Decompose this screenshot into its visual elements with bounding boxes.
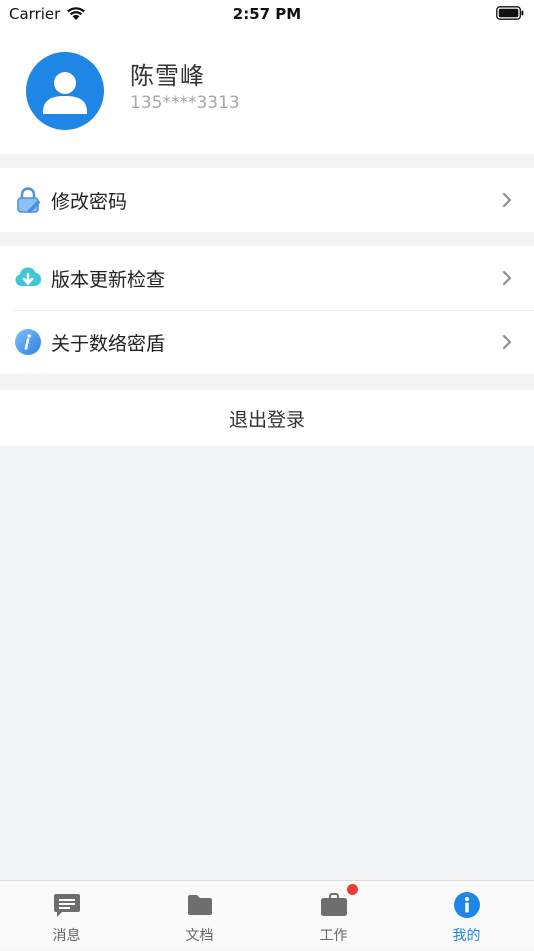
cloud-download-icon [15, 267, 42, 286]
change-password-label: 修改密码 [51, 191, 128, 213]
chevron-right-icon [502, 192, 512, 208]
message-icon [53, 894, 80, 917]
lock-icon [17, 187, 41, 213]
tab-documents-label: 文档 [185, 928, 214, 944]
logout-button[interactable]: 退出登录 [0, 390, 534, 446]
user-icon [43, 72, 87, 114]
chevron-right-icon [502, 334, 512, 350]
about-label: 关于数络密盾 [51, 333, 166, 355]
logout-label: 退出登录 [228, 408, 305, 431]
menu-group-security: 修改密码 [0, 168, 534, 232]
tab-messages-label: 消息 [52, 928, 81, 944]
briefcase-icon [320, 893, 347, 916]
avatar[interactable] [26, 52, 104, 130]
info-icon [15, 329, 41, 355]
tab-mine-label: 我的 [452, 928, 481, 944]
user-name: 陈雪峰 [130, 62, 205, 90]
profile-header[interactable]: 陈雪峰 135****3313 [0, 28, 534, 154]
tab-work[interactable]: 工作 [267, 881, 400, 951]
status-time: 2:57 PM [232, 5, 302, 23]
battery-icon [496, 6, 524, 20]
status-bar: Carrier 2:57 PM [0, 0, 534, 28]
tab-messages[interactable]: 消息 [0, 881, 133, 951]
user-phone: 135****3313 [130, 93, 240, 113]
tab-work-label: 工作 [319, 928, 348, 944]
check-update-row[interactable]: 版本更新检查 [0, 246, 534, 310]
check-update-label: 版本更新检查 [51, 269, 166, 291]
info-icon [453, 892, 480, 918]
change-password-row[interactable]: 修改密码 [0, 168, 534, 232]
tab-mine[interactable]: 我的 [400, 881, 533, 951]
tab-documents[interactable]: 文档 [133, 881, 266, 951]
menu-group-app: 版本更新检查 关于数络密盾 [0, 246, 534, 374]
folder-icon [187, 895, 212, 915]
tab-bar: 消息 文档 工作 我的 [0, 880, 534, 950]
chevron-right-icon [502, 270, 512, 286]
about-row[interactable]: 关于数络密盾 [0, 310, 534, 374]
notification-badge [347, 884, 358, 895]
